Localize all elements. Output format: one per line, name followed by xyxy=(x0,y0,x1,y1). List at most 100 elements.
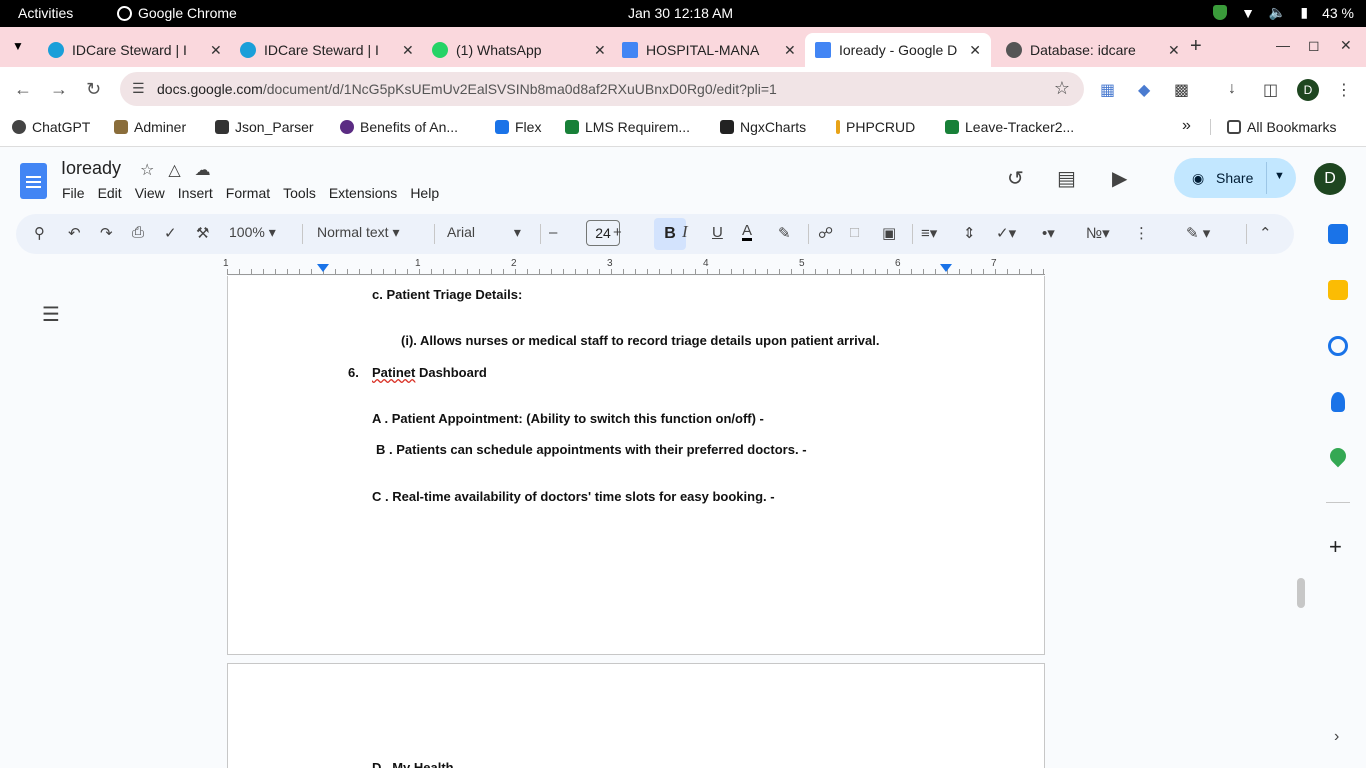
maximize-icon[interactable]: ◻ xyxy=(1308,37,1320,54)
right-indent-marker[interactable] xyxy=(940,264,952,272)
document-page[interactable]: D . My Health xyxy=(227,663,1045,768)
share-dropdown-chevron-icon[interactable]: ▼ xyxy=(1274,170,1285,182)
browser-tab-active[interactable]: Ioready - Google D ✕ xyxy=(805,33,991,67)
undo-icon[interactable]: ↶ xyxy=(68,224,81,242)
vertical-scrollbar[interactable] xyxy=(1297,578,1305,608)
extension-diamond-icon[interactable]: ◆ xyxy=(1138,80,1150,100)
side-panel-icon[interactable]: ◫ xyxy=(1263,80,1278,100)
tab-close-icon[interactable]: ✕ xyxy=(969,42,981,59)
collapse-menus-chevron-icon[interactable]: ⌃ xyxy=(1259,224,1272,242)
url-text[interactable]: docs.google.com/document/d/1NcG5pKsUEmUv… xyxy=(157,81,777,97)
bookmark-star-icon[interactable]: ☆ xyxy=(1054,78,1070,99)
share-button[interactable]: ◉ Share ▼ xyxy=(1174,158,1296,198)
left-indent-marker[interactable] xyxy=(317,264,329,272)
menu-file[interactable]: File xyxy=(62,185,85,201)
window-close-icon[interactable]: ✕ xyxy=(1340,37,1352,54)
document-canvas[interactable]: ☰ c. Patient Triage Details: (i). Allows… xyxy=(16,276,1294,768)
font-select[interactable]: Arial ▾ xyxy=(447,224,521,241)
account-avatar[interactable]: D xyxy=(1314,163,1346,195)
menu-tools[interactable]: Tools xyxy=(283,185,316,201)
address-bar[interactable]: ☰ docs.google.com/document/d/1NcG5pKsUEm… xyxy=(120,72,1084,106)
tab-close-icon[interactable]: ✕ xyxy=(210,42,222,59)
keep-icon[interactable] xyxy=(1328,280,1348,300)
add-comment-icon[interactable]: □ xyxy=(850,224,859,241)
checklist-icon[interactable]: ✓▾ xyxy=(996,224,1016,242)
extension-fi-icon[interactable]: ▦ xyxy=(1100,80,1115,100)
forward-arrow-icon[interactable]: → xyxy=(50,79,68,100)
maps-icon[interactable] xyxy=(1326,444,1350,468)
text-color-button[interactable]: A xyxy=(742,223,753,241)
menu-help[interactable]: Help xyxy=(410,185,439,201)
browser-tab[interactable]: (1) WhatsApp ✕ xyxy=(422,33,616,67)
browser-tab[interactable]: Database: idcare ✕ xyxy=(996,33,1190,67)
minimize-icon[interactable]: — xyxy=(1276,37,1290,53)
browser-tab[interactable]: HOSPITAL-MANA ✕ xyxy=(612,33,806,67)
paint-format-icon[interactable]: ⚒ xyxy=(196,224,209,242)
redo-icon[interactable]: ↷ xyxy=(100,224,113,242)
menu-edit[interactable]: Edit xyxy=(98,185,122,201)
docs-logo-icon[interactable] xyxy=(20,163,47,199)
tab-close-icon[interactable]: ✕ xyxy=(1168,42,1180,59)
spellcheck-icon[interactable]: ✓ xyxy=(164,224,177,242)
meet-camera-icon[interactable]: ▶ xyxy=(1112,166,1127,191)
move-folder-icon[interactable]: △ xyxy=(168,160,180,180)
menu-insert[interactable]: Insert xyxy=(178,185,213,201)
more-options-icon[interactable]: ⋮ xyxy=(1134,224,1149,242)
system-tray[interactable]: ▼ 🔈 ▮ 43 % xyxy=(1213,4,1354,21)
bookmark-item[interactable]: LMS Requirem... xyxy=(565,119,690,135)
contacts-icon[interactable] xyxy=(1331,392,1345,412)
menu-extensions[interactable]: Extensions xyxy=(329,185,397,201)
document-outline-icon[interactable]: ☰ xyxy=(42,302,60,327)
activities-button[interactable]: Activities xyxy=(18,5,73,21)
comments-icon[interactable]: ▤ xyxy=(1057,166,1076,191)
star-icon[interactable]: ☆ xyxy=(140,160,154,180)
align-icon[interactable]: ≡▾ xyxy=(921,224,937,242)
misspelled-word[interactable]: Patinet xyxy=(372,365,415,380)
get-addons-plus-icon[interactable]: + xyxy=(1329,534,1342,560)
bookmark-item[interactable]: Adminer xyxy=(114,119,186,135)
tab-search-chevron-icon[interactable]: ▼ xyxy=(12,39,24,53)
increase-font-size-icon[interactable]: + xyxy=(613,224,622,241)
calendar-icon[interactable] xyxy=(1328,224,1348,244)
document-title[interactable]: Ioready xyxy=(61,158,121,179)
site-info-icon[interactable]: ☰ xyxy=(132,80,145,97)
insert-image-icon[interactable]: ▣ xyxy=(882,224,896,242)
horizontal-ruler[interactable]: 1 1 2 3 4 5 6 7 xyxy=(223,256,1045,276)
show-side-panel-chevron-icon[interactable]: › xyxy=(1334,728,1339,746)
bookmark-item[interactable]: PHPCRUD xyxy=(836,119,915,135)
chrome-menu-icon[interactable]: ⋮ xyxy=(1336,80,1352,100)
bookmark-item[interactable]: ChatGPT xyxy=(12,119,90,135)
browser-tab[interactable]: IDCare Steward | I ✕ xyxy=(38,33,232,67)
version-history-icon[interactable]: ↺ xyxy=(1007,166,1024,191)
new-tab-plus-icon[interactable]: + xyxy=(1190,35,1202,58)
zoom-select[interactable]: 100% ▾ xyxy=(229,224,276,241)
download-icon[interactable]: ↓ xyxy=(1228,80,1236,98)
all-bookmarks[interactable]: All Bookmarks xyxy=(1210,119,1336,135)
search-menus-icon[interactable]: ⚲ xyxy=(34,224,45,242)
highlight-pen-icon[interactable]: ✎ xyxy=(778,224,791,242)
line-spacing-icon[interactable]: ⇕ xyxy=(963,224,976,242)
cloud-status-icon[interactable]: ☁ xyxy=(195,160,211,180)
bookmark-item[interactable]: Flex xyxy=(495,119,541,135)
bookmark-item[interactable]: Benefits of An... xyxy=(340,119,458,135)
menu-format[interactable]: Format xyxy=(226,185,270,201)
tab-close-icon[interactable]: ✕ xyxy=(402,42,414,59)
editing-mode-pencil-icon[interactable]: ✎ ▾ xyxy=(1186,224,1210,242)
decrease-font-size-icon[interactable]: – xyxy=(549,224,557,241)
tab-close-icon[interactable]: ✕ xyxy=(784,42,796,59)
numbered-list-icon[interactable]: №▾ xyxy=(1086,224,1110,242)
extensions-puzzle-icon[interactable]: ▩ xyxy=(1174,80,1189,100)
clock[interactable]: Jan 30 12:18 AM xyxy=(628,5,733,21)
bookmark-item[interactable]: Leave-Tracker2... xyxy=(945,119,1074,135)
profile-avatar[interactable]: D xyxy=(1297,79,1319,101)
bulleted-list-icon[interactable]: •▾ xyxy=(1042,224,1055,242)
print-icon[interactable]: ⎙ xyxy=(132,224,144,241)
menu-view[interactable]: View xyxy=(135,185,165,201)
underline-button[interactable]: U xyxy=(712,224,723,241)
insert-link-icon[interactable]: ☍ xyxy=(818,224,833,242)
document-page[interactable]: c. Patient Triage Details: (i). Allows n… xyxy=(227,276,1045,655)
reload-icon[interactable]: ↻ xyxy=(86,79,101,100)
bookmark-item[interactable]: NgxCharts xyxy=(720,119,806,135)
italic-button[interactable]: I xyxy=(682,222,688,242)
app-menu[interactable]: Google Chrome xyxy=(117,5,237,21)
